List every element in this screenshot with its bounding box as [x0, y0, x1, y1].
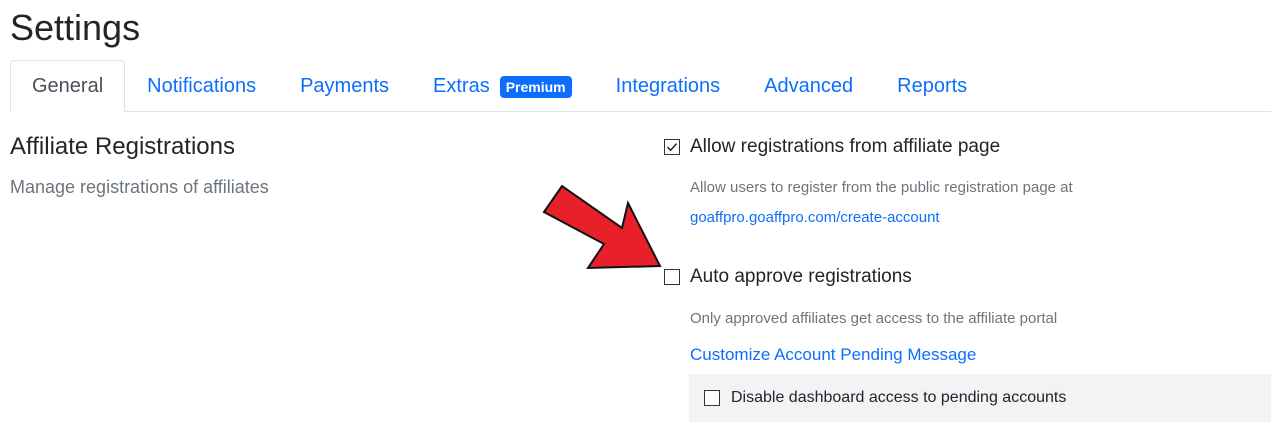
disable-dashboard-label: Disable dashboard access to pending acco… [731, 389, 1067, 406]
auto-approve-label: Auto approve registrations [690, 266, 912, 287]
disable-dashboard-checkbox[interactable] [704, 390, 720, 406]
allow-registrations-help: Allow users to register from the public … [690, 179, 1073, 196]
tab-notifications[interactable]: Notifications [125, 61, 278, 112]
tab-general[interactable]: General [10, 60, 126, 112]
tab-extras[interactable]: Extras Premium [411, 61, 594, 112]
tab-advanced[interactable]: Advanced [742, 61, 875, 112]
tab-general-label: General [32, 74, 104, 97]
premium-badge: Premium [499, 75, 572, 98]
section-description: Manage registrations of affiliates [10, 177, 269, 197]
registration-page-link[interactable]: goaffpro.goaffpro.com/create-account [690, 209, 940, 226]
tab-integrations[interactable]: Integrations [594, 61, 743, 112]
allow-registrations-option[interactable]: Allow registrations from affiliate page [664, 136, 1000, 158]
settings-page: Settings General Notifications Payments … [0, 0, 1281, 432]
red-arrow-icon [542, 184, 662, 270]
section-title: Affiliate Registrations [10, 133, 235, 160]
tab-extras-label: Extras [433, 75, 490, 97]
checkmark-icon [666, 143, 678, 152]
customize-pending-message-link[interactable]: Customize Account Pending Message [690, 345, 976, 365]
tab-reports[interactable]: Reports [875, 61, 989, 112]
allow-registrations-checkbox[interactable] [664, 139, 680, 155]
pending-accounts-panel: Disable dashboard access to pending acco… [689, 374, 1271, 422]
tab-payments[interactable]: Payments [278, 61, 411, 112]
tab-advanced-label: Advanced [764, 75, 854, 97]
tab-integrations-label: Integrations [615, 75, 721, 97]
page-title: Settings [10, 7, 141, 48]
tab-payments-label: Payments [300, 75, 390, 97]
auto-approve-option[interactable]: Auto approve registrations [664, 266, 912, 288]
auto-approve-help: Only approved affiliates get access to t… [690, 310, 1058, 327]
tab-reports-label: Reports [897, 75, 968, 97]
tab-notifications-label: Notifications [147, 75, 257, 97]
disable-dashboard-option[interactable]: Disable dashboard access to pending acco… [704, 389, 1066, 407]
allow-registrations-label: Allow registrations from affiliate page [690, 136, 1001, 157]
settings-tabs: General Notifications Payments Extras Pr… [10, 59, 1271, 112]
